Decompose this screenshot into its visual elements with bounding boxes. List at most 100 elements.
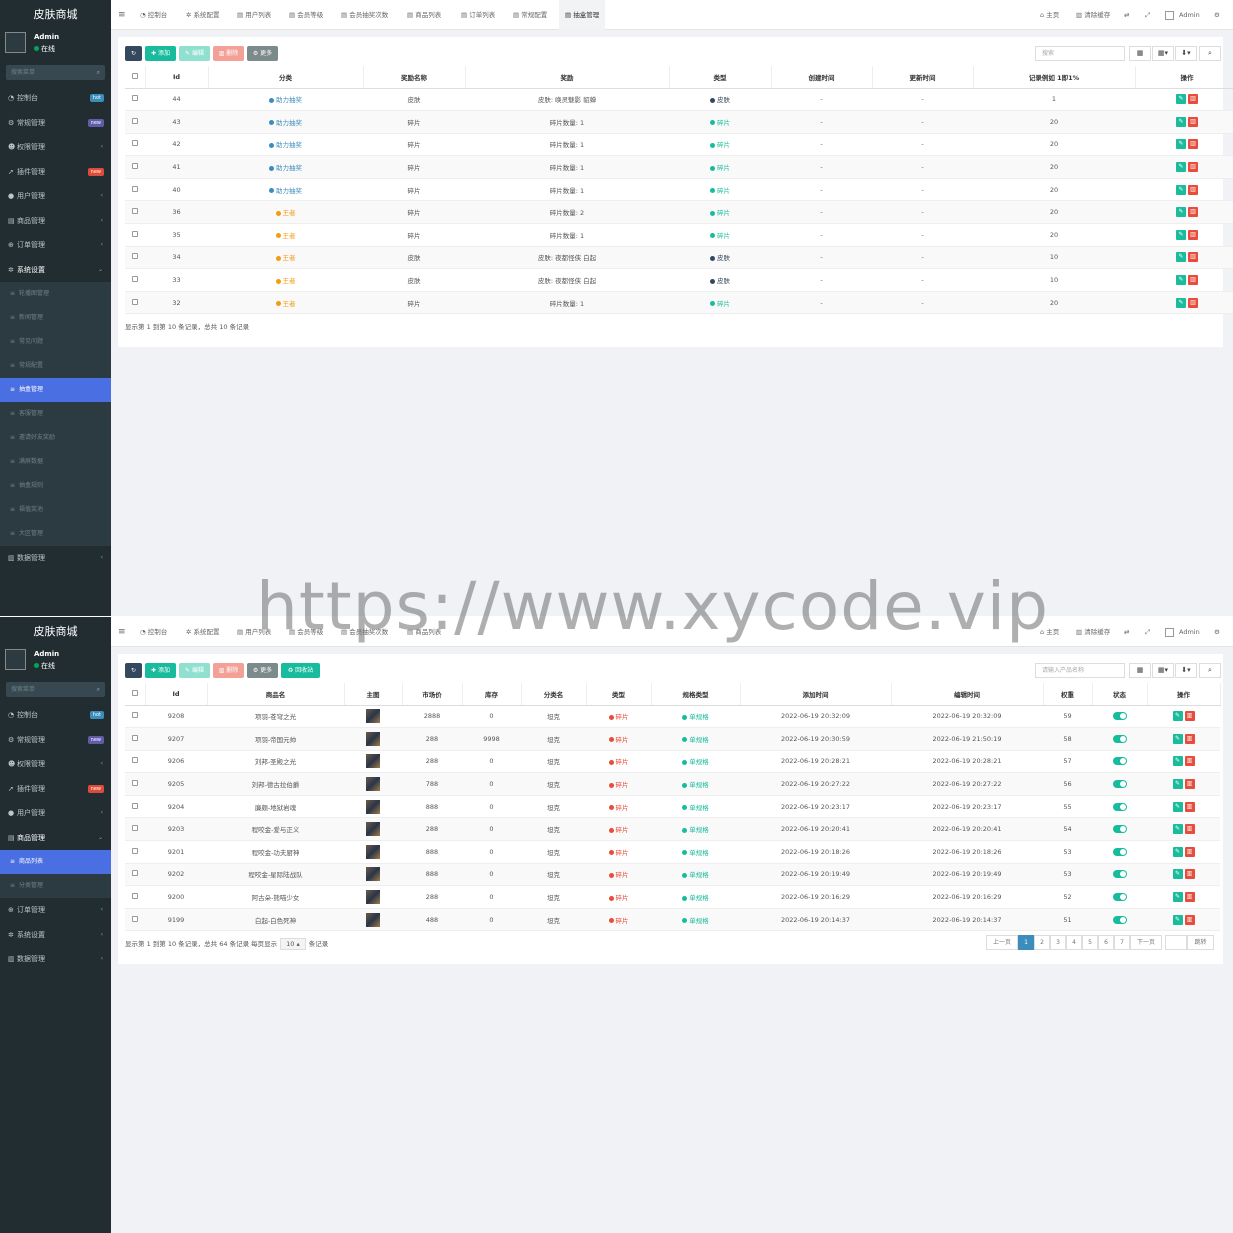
- column-header[interactable]: Id: [145, 66, 209, 89]
- category-label[interactable]: 王者: [283, 209, 296, 217]
- edit-row-icon[interactable]: ✎: [1172, 869, 1183, 880]
- type-label[interactable]: 皮肤: [717, 96, 730, 104]
- status-toggle[interactable]: [1112, 712, 1127, 721]
- product-thumbnail[interactable]: [366, 709, 380, 724]
- category-label[interactable]: 王者: [283, 254, 296, 262]
- product-thumbnail[interactable]: [366, 754, 380, 769]
- grid-icon[interactable]: ▦▾: [1152, 46, 1174, 61]
- edit-row-icon[interactable]: ✎: [1176, 94, 1186, 105]
- delete-row-icon[interactable]: ▥: [1184, 846, 1195, 857]
- sidebar-item[interactable]: ⚙ 常规管理 new: [0, 728, 111, 753]
- submenu-item[interactable]: ≡ 轮播图管理: [0, 282, 111, 306]
- type-label[interactable]: 碎片: [616, 917, 629, 925]
- delete-row-icon[interactable]: ▥: [1188, 139, 1198, 150]
- column-header[interactable]: 状态: [1092, 683, 1148, 706]
- page-button[interactable]: 4: [1066, 935, 1082, 950]
- submenu-item[interactable]: ≡ 满屏数据: [0, 450, 111, 474]
- table-row[interactable]: 35 王者 碎片 碎片数量: 1 碎片 - -20 ✎ ▥: [125, 223, 1233, 247]
- edit-row-icon[interactable]: ✎: [1176, 207, 1186, 218]
- submenu-item[interactable]: ≡ 大区管理: [0, 522, 111, 546]
- table-row[interactable]: 9199 白起-白色死神 488 0 坦克 碎片 单规格 2022-06-19 20:14:3…: [125, 908, 1220, 932]
- row-checkbox[interactable]: [125, 705, 145, 729]
- table-row[interactable]: 34 王者 皮肤 皮肤: 夜都怪侠 白起 皮肤 - -10 ✎ ▥: [125, 246, 1233, 270]
- table-row[interactable]: 9206 刘邦-圣殿之光 288 0 坦克 碎片 单规格 2022-06-19 20:28:2…: [125, 750, 1220, 774]
- delete-row-icon[interactable]: ▥: [1188, 116, 1198, 127]
- row-checkbox[interactable]: [125, 885, 145, 909]
- column-header[interactable]: 创建时间: [771, 66, 873, 89]
- delete-row-icon[interactable]: ▥: [1188, 275, 1198, 286]
- row-checkbox[interactable]: [125, 772, 145, 796]
- sidebar-item[interactable]: ➚ 插件管理 new: [0, 777, 111, 802]
- sidebar-item[interactable]: ◔ 控制台 hot: [0, 86, 111, 111]
- more-button[interactable]: ⚙ 更多: [247, 46, 278, 61]
- delete-row-icon[interactable]: ▥: [1184, 869, 1195, 880]
- type-label[interactable]: 碎片: [717, 232, 730, 240]
- product-thumbnail[interactable]: [366, 777, 380, 792]
- status-toggle[interactable]: [1112, 757, 1127, 766]
- home-link[interactable]: ⌂ 主页: [1040, 0, 1059, 30]
- edit-row-icon[interactable]: ✎: [1176, 252, 1186, 263]
- jump-page-input[interactable]: [1165, 935, 1187, 950]
- columns-icon[interactable]: ▦: [1129, 663, 1151, 678]
- nav-tab[interactable]: ▤ 商品列表: [407, 0, 441, 30]
- nav-tab[interactable]: ✲ 系统配置: [186, 0, 220, 30]
- status-toggle[interactable]: [1112, 825, 1127, 834]
- type-label[interactable]: 碎片: [616, 871, 629, 879]
- page-button[interactable]: 3: [1050, 935, 1066, 950]
- column-header[interactable]: 更新时间: [872, 66, 974, 89]
- table-row[interactable]: 9202 程咬金-星际陆战队 888 0 坦克 碎片 单规格 2022-06-19 20:19…: [125, 863, 1220, 887]
- row-checkbox[interactable]: [125, 110, 145, 134]
- type-label[interactable]: 碎片: [717, 209, 730, 217]
- category-label[interactable]: 王者: [283, 300, 296, 308]
- nav-tab[interactable]: ◔ 控制台: [140, 617, 167, 647]
- category-label[interactable]: 助力抽奖: [276, 96, 302, 104]
- table-row[interactable]: 43 助力抽奖 碎片 碎片数量: 1 碎片 - -20 ✎ ▥: [125, 110, 1233, 134]
- table-row[interactable]: 9201 程咬金-功夫厨神 888 0 坦克 碎片 单规格 2022-06-19 20:18:…: [125, 840, 1220, 864]
- grid-icon[interactable]: ▦▾: [1152, 663, 1174, 678]
- delete-button[interactable]: ▥ 删除: [213, 663, 244, 678]
- sidebar-item[interactable]: ◔ 控制台 hot: [0, 703, 111, 728]
- column-header[interactable]: 规格类型: [651, 683, 741, 706]
- type-label[interactable]: 皮肤: [717, 254, 730, 262]
- table-row[interactable]: 9207 项羽-帝国元帅 288 9998 坦克 碎片 单规格 2022-06-19 20:3…: [125, 727, 1220, 751]
- row-checkbox[interactable]: [125, 840, 145, 864]
- column-header[interactable]: Id: [145, 683, 208, 706]
- column-header[interactable]: 权重: [1043, 683, 1093, 706]
- delete-row-icon[interactable]: ▥: [1184, 801, 1195, 812]
- menu-search-input[interactable]: 搜索菜单 ⌕: [6, 682, 105, 697]
- type-label[interactable]: 碎片: [616, 713, 629, 721]
- language-icon[interactable]: ⇄: [1124, 0, 1129, 30]
- delete-button[interactable]: ▥ 删除: [213, 46, 244, 61]
- type-label[interactable]: 碎片: [616, 804, 629, 812]
- product-thumbnail[interactable]: [366, 890, 380, 905]
- column-header[interactable]: 操作: [1147, 683, 1221, 706]
- sidebar-item[interactable]: ➚ 插件管理 new: [0, 160, 111, 185]
- type-label[interactable]: 皮肤: [717, 277, 730, 285]
- table-row[interactable]: 42 助力抽奖 碎片 碎片数量: 1 碎片 - -20 ✎ ▥: [125, 133, 1233, 157]
- sidebar-item[interactable]: ▤ 商品管理 ⌄: [0, 826, 111, 851]
- settings-cogs-icon[interactable]: ⚙: [1214, 0, 1220, 30]
- table-row[interactable]: 9204 廉颇-地狱岩魂 888 0 坦克 碎片 单规格 2022-06-19 20:23:1…: [125, 795, 1220, 819]
- table-row[interactable]: 44 助力抽奖 皮肤 皮肤: 唤灵魅影 貂蝉 皮肤 - -1 ✎ ▥: [125, 88, 1233, 112]
- menu-toggle-icon[interactable]: ≡: [118, 0, 126, 30]
- spec-label[interactable]: 单规格: [689, 826, 709, 834]
- sidebar-item[interactable]: ⊕ 订单管理 ‹: [0, 233, 111, 258]
- column-header[interactable]: 类型: [586, 683, 652, 706]
- table-search-input[interactable]: 搜索: [1035, 46, 1125, 61]
- recycle-button[interactable]: ♻ 回收站: [281, 663, 320, 678]
- row-checkbox[interactable]: [125, 223, 145, 247]
- table-row[interactable]: 9200 阿古朵-熊喵少女 288 0 坦克 碎片 单规格 2022-06-19 20:16:…: [125, 885, 1220, 909]
- table-row[interactable]: 9205 刘邦-德古拉伯爵 788 0 坦克 碎片 单规格 2022-06-19 20:27:…: [125, 772, 1220, 796]
- select-all-checkbox[interactable]: [125, 66, 146, 89]
- spec-label[interactable]: 单规格: [689, 758, 709, 766]
- menu-search-input[interactable]: 搜索菜单 ⌕: [6, 65, 105, 80]
- row-checkbox[interactable]: [125, 750, 145, 774]
- product-thumbnail[interactable]: [366, 822, 380, 837]
- nav-tab[interactable]: ◔ 控制台: [140, 0, 167, 30]
- column-header[interactable]: 分类名: [521, 683, 587, 706]
- type-label[interactable]: 碎片: [717, 300, 730, 308]
- spec-label[interactable]: 单规格: [689, 736, 709, 744]
- edit-row-icon[interactable]: ✎: [1172, 756, 1183, 767]
- delete-row-icon[interactable]: ▥: [1184, 711, 1195, 722]
- spec-label[interactable]: 单规格: [689, 804, 709, 812]
